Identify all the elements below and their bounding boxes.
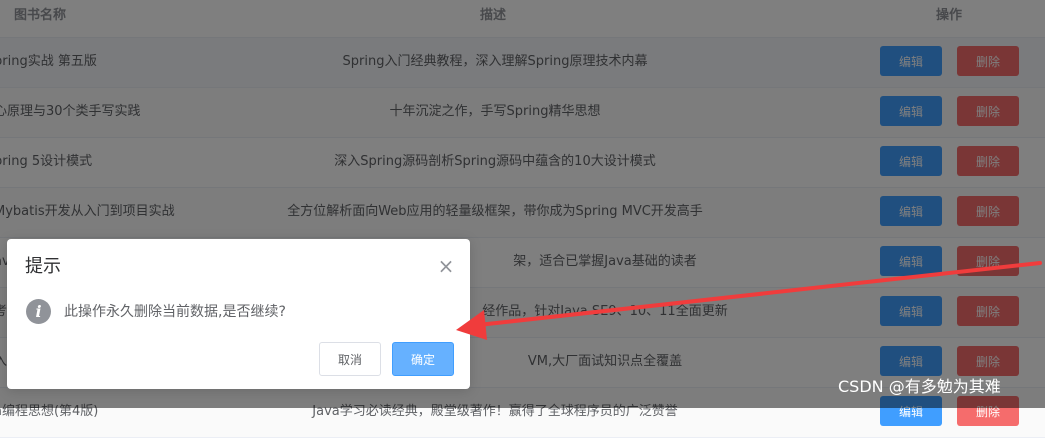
cancel-button[interactable]: 取消 bbox=[319, 342, 381, 376]
close-icon[interactable]: × bbox=[435, 255, 457, 277]
confirm-dialog: 提示 × i 此操作永久删除当前数据,是否继续? 取消 确定 bbox=[7, 239, 470, 389]
dialog-message: 此操作永久删除当前数据,是否继续? bbox=[64, 304, 286, 320]
dialog-title: 提示 bbox=[25, 256, 61, 277]
confirm-button[interactable]: 确定 bbox=[392, 342, 454, 376]
csdn-watermark: CSDN @有多勉为其难 bbox=[838, 377, 1001, 396]
info-icon: i bbox=[26, 299, 51, 324]
